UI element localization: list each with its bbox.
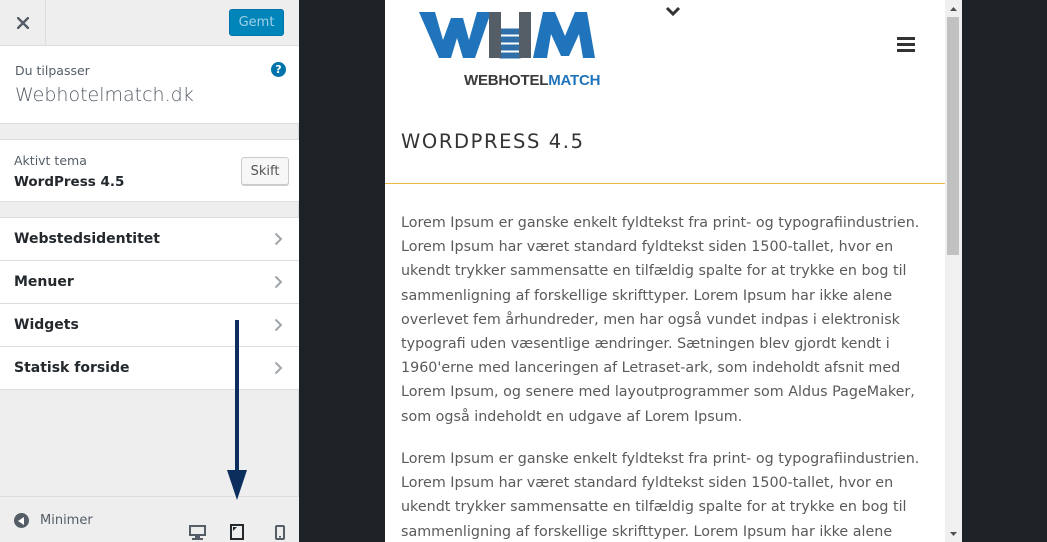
logo-mark-icon [419, 12, 595, 60]
scroll-up-icon [950, 6, 957, 11]
page-title: WORDPRESS 4.5 [401, 130, 585, 153]
preview-tablet-button[interactable] [228, 524, 246, 540]
site-preview: WEBHOTELMATCH WORDPRESS 4.5 Lorem Ipsum … [385, 0, 962, 542]
chevron-down-icon[interactable] [665, 6, 681, 16]
scroll-up-button[interactable] [945, 0, 962, 17]
preview-desktop-button[interactable] [188, 524, 206, 540]
customize-info: Du tilpasser Webhotelmatch.dk ? [0, 46, 299, 124]
collapse-label: Minimer [40, 513, 93, 528]
scroll-down-button[interactable] [945, 525, 962, 542]
menu-toggle-button[interactable] [897, 37, 915, 52]
collapse-icon [14, 513, 29, 528]
mobile-icon [275, 524, 285, 540]
panel-list: Webstedsidentitet Menuer Widgets Statisk… [0, 217, 299, 390]
chevron-right-icon [274, 232, 283, 246]
chevron-right-icon [274, 361, 283, 375]
panel-site-identity[interactable]: Webstedsidentitet [0, 218, 299, 261]
content-paragraph: Lorem Ipsum er ganske enkelt fyldtekst f… [401, 451, 920, 540]
content-paragraph: Lorem Ipsum er ganske enkelt fyldtekst f… [401, 215, 920, 425]
site-name: Webhotelmatch.dk [15, 84, 194, 106]
tablet-icon [230, 524, 244, 540]
active-theme-label: Aktivt tema [14, 153, 87, 168]
close-icon [16, 16, 29, 29]
switch-theme-button[interactable]: Skift [241, 157, 289, 185]
preview-mobile-button[interactable] [271, 524, 289, 540]
scroll-down-icon [950, 531, 957, 536]
panel-static-front-page[interactable]: Statisk forside [0, 347, 299, 390]
scrollbar-thumb[interactable] [947, 17, 959, 255]
logo-wordmark: WEBHOTELMATCH [464, 72, 601, 89]
help-icon[interactable]: ? [271, 62, 286, 77]
panel-label: Webstedsidentitet [14, 231, 160, 247]
customizer-sidebar: Gemt Du tilpasser Webhotelmatch.dk ? Akt… [0, 0, 299, 542]
customizer-header: Gemt [0, 0, 299, 46]
panel-menus[interactable]: Menuer [0, 261, 299, 304]
panel-widgets[interactable]: Widgets [0, 304, 299, 347]
title-divider [385, 183, 945, 184]
annotation-arrow-icon [227, 320, 247, 500]
info-label: Du tilpasser [15, 63, 90, 78]
save-button[interactable]: Gemt [229, 9, 284, 36]
panel-label: Widgets [14, 317, 79, 333]
panel-label: Statisk forside [14, 360, 130, 376]
collapse-sidebar-button[interactable]: Minimer [14, 513, 93, 528]
panel-label: Menuer [14, 274, 74, 290]
site-logo[interactable]: WEBHOTELMATCH [417, 10, 600, 89]
chevron-right-icon [274, 318, 283, 332]
desktop-icon [188, 524, 206, 540]
close-button[interactable] [0, 0, 46, 45]
active-theme-section: Aktivt tema WordPress 4.5 Skift [0, 139, 299, 202]
active-theme-name: WordPress 4.5 [14, 174, 125, 190]
customizer-footer: Minimer [0, 496, 299, 542]
chevron-right-icon [274, 275, 283, 289]
